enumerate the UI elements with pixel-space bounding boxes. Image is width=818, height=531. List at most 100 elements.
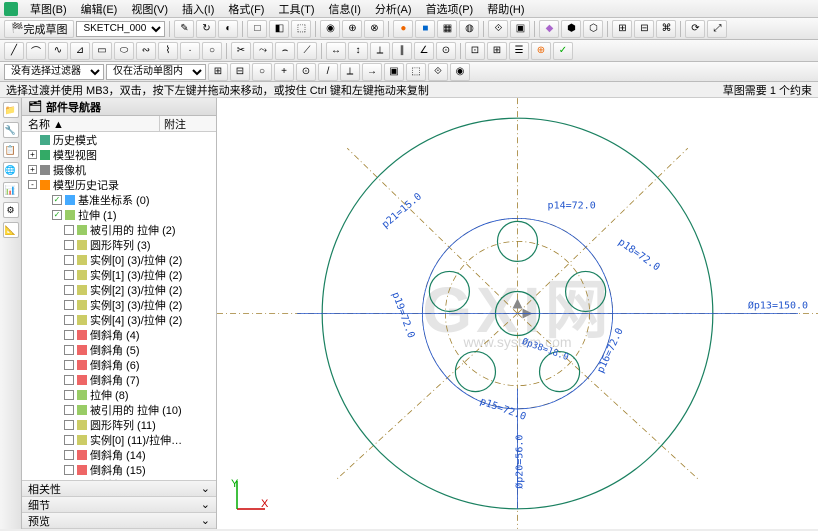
chamfer-tool[interactable]: ⟋ — [297, 42, 317, 60]
tree-item[interactable]: 实例[0] (11)/拉伸… — [22, 432, 216, 447]
resbar-nav[interactable]: 📁 — [3, 102, 19, 118]
tool-btn[interactable]: ⊗ — [364, 20, 384, 38]
sketch-name-dropdown[interactable]: SKETCH_000 — [76, 21, 165, 37]
tool-btn[interactable]: ⬚ — [291, 20, 311, 38]
arc-tool[interactable]: ⌒ — [26, 42, 46, 60]
tool-btn[interactable]: ⌘ — [656, 20, 676, 38]
resbar-btn[interactable]: 🌐 — [3, 162, 19, 178]
tool-btn[interactable]: ✎ — [174, 20, 194, 38]
tool-btn[interactable]: ⊕ — [531, 42, 551, 60]
nav-section-details[interactable]: 细节⌄ — [22, 497, 216, 513]
tool-btn[interactable]: ⟂ — [340, 63, 360, 81]
tool-btn[interactable]: ∠ — [414, 42, 434, 60]
nav-section-deps[interactable]: 相关性⌄ — [22, 481, 216, 497]
tree-item[interactable]: 被引用的 拉伸 (2) — [22, 222, 216, 237]
tool-btn[interactable]: ⬢ — [561, 20, 581, 38]
tool-btn[interactable]: ● — [393, 20, 413, 38]
tool-btn[interactable]: ▣ — [510, 20, 530, 38]
finish-sketch-button[interactable]: 🏁 完成草图 — [4, 20, 74, 38]
model-tree[interactable]: 历史模式+模型视图+摄像机-模型历史记录✓基准坐标系 (0)✓拉伸 (1)被引用… — [22, 132, 216, 480]
tool-btn[interactable]: ◆ — [539, 20, 559, 38]
menu-prefs[interactable]: 首选项(P) — [420, 1, 480, 17]
tree-item[interactable]: 倒斜角 (14) — [22, 447, 216, 462]
resbar-btn[interactable]: 🔧 — [3, 122, 19, 138]
tree-item[interactable]: ✓拉伸 (1) — [22, 207, 216, 222]
resbar-btn[interactable]: 📐 — [3, 222, 19, 238]
tree-item[interactable]: 倒斜角 (15) — [22, 462, 216, 477]
point-tool[interactable]: · — [180, 42, 200, 60]
menu-tools[interactable]: 工具(T) — [272, 1, 320, 17]
tree-item[interactable]: 实例[2] (3)/拉伸 (2) — [22, 282, 216, 297]
tool-btn[interactable]: □ — [247, 20, 267, 38]
tool-btn[interactable]: ⊿ — [70, 42, 90, 60]
tool-btn[interactable]: ⊟ — [230, 63, 250, 81]
col-name[interactable]: 名称 ▲ — [22, 116, 160, 131]
menu-format[interactable]: 格式(F) — [222, 1, 270, 17]
scope-dropdown[interactable]: 仅在活动单图内 — [106, 64, 206, 80]
tree-item[interactable]: 拉伸 (8) — [22, 387, 216, 402]
tool-btn[interactable]: ↻ — [196, 20, 216, 38]
tree-item[interactable]: 实例[0] (3)/拉伸 (2) — [22, 252, 216, 267]
tree-item[interactable]: 倒斜角 (5) — [22, 342, 216, 357]
tool-btn[interactable]: ⤢ — [707, 20, 727, 38]
tree-item[interactable]: +摄像机 — [22, 162, 216, 177]
tool-btn[interactable]: ⊕ — [342, 20, 362, 38]
menu-help[interactable]: 帮助(H) — [481, 1, 530, 17]
tree-item[interactable]: -模型历史记录 — [22, 177, 216, 192]
tool-btn[interactable]: ☰ — [509, 42, 529, 60]
graphics-canvas[interactable]: GXI网 www.system.com — [217, 98, 818, 529]
tool-btn[interactable]: ∥ — [392, 42, 412, 60]
fillet-tool[interactable]: ⌢ — [275, 42, 295, 60]
nav-section-preview[interactable]: 预览⌄ — [22, 513, 216, 529]
tool-btn[interactable]: ◧ — [269, 20, 289, 38]
resbar-btn[interactable]: 📊 — [3, 182, 19, 198]
spline-tool[interactable]: ∾ — [136, 42, 156, 60]
dim-tool[interactable]: ↔ — [326, 42, 346, 60]
tool-btn[interactable]: ⊞ — [612, 20, 632, 38]
trim-tool[interactable]: ✂ — [231, 42, 251, 60]
tool-btn[interactable]: ⊞ — [208, 63, 228, 81]
tree-item[interactable]: 实例[3] (3)/拉伸 (2) — [22, 297, 216, 312]
tool-btn[interactable]: + — [274, 63, 294, 81]
tool-btn[interactable]: / — [318, 63, 338, 81]
col-note[interactable]: 附注 — [160, 116, 216, 131]
resbar-btn[interactable]: ⚙ — [3, 202, 19, 218]
tool-btn[interactable]: ⟐ — [488, 20, 508, 38]
tool-btn[interactable]: ⊡ — [465, 42, 485, 60]
resbar-btn[interactable]: 📋 — [3, 142, 19, 158]
tool-btn[interactable]: ◉ — [320, 20, 340, 38]
menu-sketch[interactable]: 草图(B) — [24, 1, 73, 17]
tool-btn[interactable]: ◍ — [459, 20, 479, 38]
tool-btn[interactable]: → — [362, 63, 382, 81]
tree-item[interactable]: 被引用的 拉伸 (10) — [22, 402, 216, 417]
extend-tool[interactable]: ⤳ — [253, 42, 273, 60]
circle-tool[interactable]: ○ — [202, 42, 222, 60]
tool-btn[interactable]: ⌇ — [158, 42, 178, 60]
line-tool[interactable]: ╱ — [4, 42, 24, 60]
tool-btn[interactable]: ⊞ — [487, 42, 507, 60]
tree-item[interactable]: 倒斜角 (7) — [22, 372, 216, 387]
tool-btn[interactable]: ◉ — [450, 63, 470, 81]
menu-info[interactable]: 信息(I) — [323, 1, 367, 17]
tree-item[interactable]: 倒斜角 (6) — [22, 357, 216, 372]
tree-item[interactable]: 圆形阵列 (11) — [22, 417, 216, 432]
tool-btn[interactable]: ⊙ — [436, 42, 456, 60]
tool-btn[interactable]: ⟳ — [685, 20, 705, 38]
tool-btn[interactable]: ⬚ — [406, 63, 426, 81]
tool-btn[interactable]: ✓ — [553, 42, 573, 60]
tree-item[interactable]: 实例[4] (3)/拉伸 (2) — [22, 312, 216, 327]
tool-btn[interactable]: ⬭ — [114, 42, 134, 60]
tool-btn[interactable]: ○ — [252, 63, 272, 81]
tree-item[interactable]: ✓基准坐标系 (0) — [22, 192, 216, 207]
filter-dropdown[interactable]: 没有选择过滤器 — [4, 64, 104, 80]
tool-btn[interactable]: ⟂ — [370, 42, 390, 60]
tree-item[interactable]: 倒斜角 (4) — [22, 327, 216, 342]
curve-tool[interactable]: ∿ — [48, 42, 68, 60]
tool-btn[interactable]: ▣ — [384, 63, 404, 81]
rect-tool[interactable]: ▭ — [92, 42, 112, 60]
tool-btn[interactable]: ⟐ — [428, 63, 448, 81]
tool-btn[interactable]: ↕ — [348, 42, 368, 60]
tool-btn[interactable]: ⊙ — [296, 63, 316, 81]
tool-btn[interactable]: ▦ — [437, 20, 457, 38]
tool-btn[interactable]: ◐ — [218, 20, 238, 38]
